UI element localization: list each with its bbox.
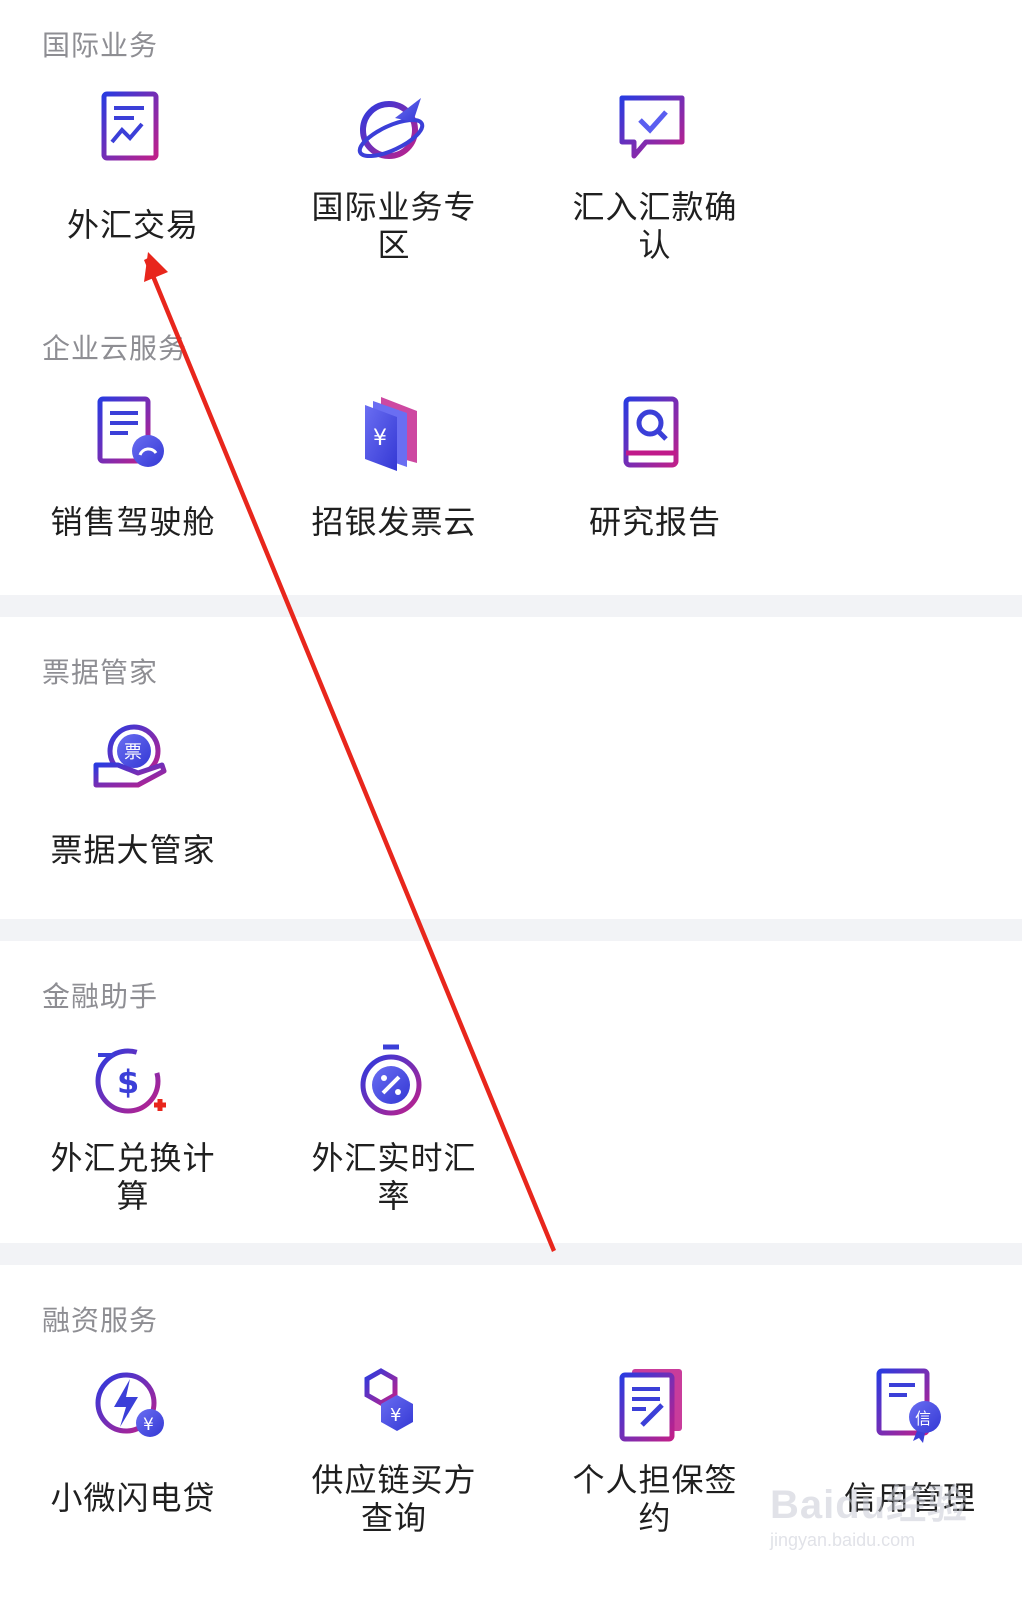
tile-label: 供应链买方查询 xyxy=(311,1461,477,1537)
bill-hand-icon: 票 xyxy=(90,717,170,797)
invoice-book-icon: ¥ xyxy=(351,393,431,473)
tile-label: 外汇实时汇率 xyxy=(311,1139,477,1215)
chat-check-icon xyxy=(612,88,692,168)
section-international: 国际业务 外汇交易 国际业务专区 汇入汇款确认 xyxy=(0,0,1022,305)
section-finance-assistant: 金融助手 $ 外汇兑换计算 外汇实时汇率 xyxy=(0,941,1022,1243)
credit-badge-text: 信 xyxy=(915,1409,931,1428)
bill-badge-text: 票 xyxy=(124,742,142,763)
section-title: 国际业务 xyxy=(42,29,159,62)
tile-label: 销售驾驶舱 xyxy=(50,503,216,541)
currency-calc-icon: $ xyxy=(90,1041,170,1121)
tile-label: 小微闪电贷 xyxy=(50,1479,216,1517)
lightning-loan-icon: ¥ xyxy=(90,1365,170,1445)
forex-trade-icon xyxy=(90,88,170,168)
svg-text:¥: ¥ xyxy=(373,426,387,451)
section-title: 企业云服务 xyxy=(42,332,188,365)
svg-text:$: $ xyxy=(117,1063,139,1101)
credit-manage-icon: 信 xyxy=(867,1365,947,1445)
baidu-watermark: Baidu经验 jingyan.baidu.com xyxy=(770,1458,990,1568)
tile-label: 外汇交易 xyxy=(66,206,199,244)
guarantee-sign-icon xyxy=(612,1365,692,1445)
tile-label: 票据大管家 xyxy=(50,831,216,869)
svg-text:¥: ¥ xyxy=(390,1405,401,1426)
watermark-url: jingyan.baidu.com xyxy=(770,1530,916,1550)
tile-label: 招银发票云 xyxy=(311,503,477,541)
svg-text:¥: ¥ xyxy=(143,1415,154,1435)
section-divider xyxy=(0,595,1022,617)
supply-chain-icon: ¥ xyxy=(351,1365,431,1445)
tile-label: 研究报告 xyxy=(588,503,721,541)
section-title: 金融助手 xyxy=(42,980,159,1013)
sales-dashboard-icon xyxy=(90,393,170,473)
section-title: 融资服务 xyxy=(42,1304,159,1337)
section-bill-manager: 票据管家 票 票据大管家 xyxy=(0,617,1022,919)
research-book-icon xyxy=(612,393,692,473)
watermark-brand: Baidu经验 xyxy=(770,1483,969,1527)
section-enterprise-cloud: 企业云服务 销售驾驶舱 ¥ 招银发票云 研究报告 xyxy=(0,305,1022,595)
tile-label: 个人担保签约 xyxy=(572,1461,738,1537)
globe-plane-icon xyxy=(351,88,431,168)
tile-label: 汇入汇款确认 xyxy=(572,188,738,264)
section-title: 票据管家 xyxy=(42,656,159,689)
tile-label: 外汇兑换计算 xyxy=(50,1139,216,1215)
tile-label: 国际业务专区 xyxy=(311,188,477,264)
rate-timer-icon xyxy=(351,1041,431,1121)
section-divider xyxy=(0,1243,1022,1265)
section-divider xyxy=(0,919,1022,941)
